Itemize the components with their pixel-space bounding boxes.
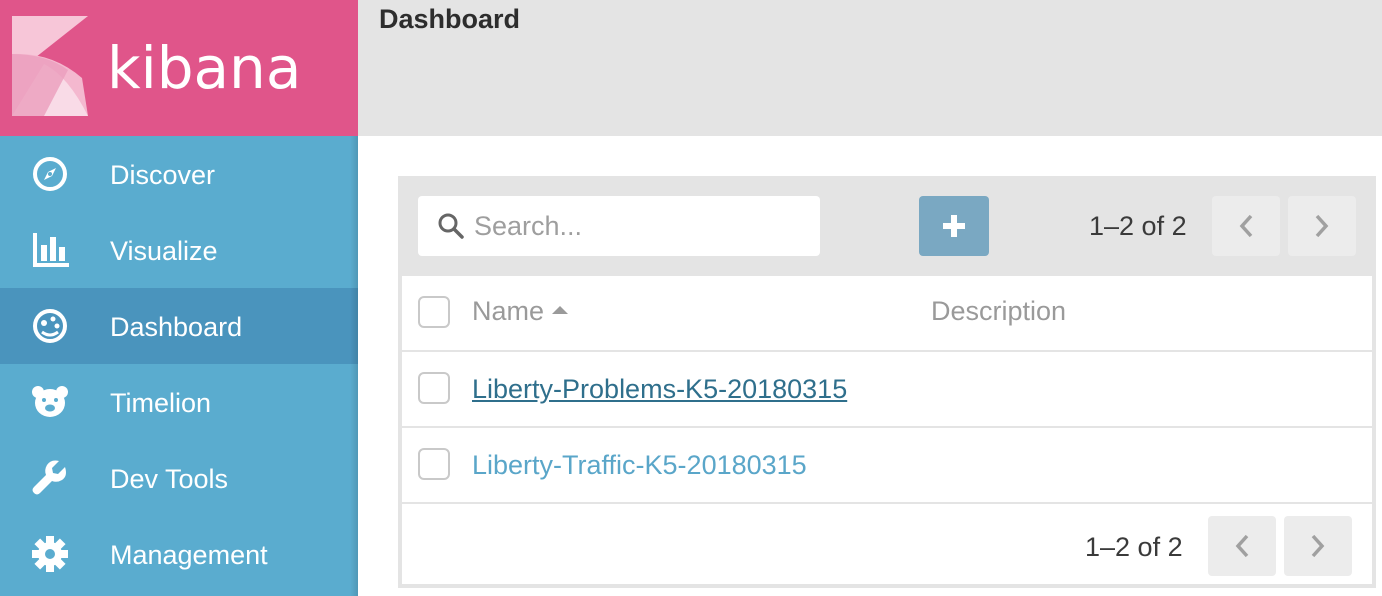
add-dashboard-button[interactable] (919, 196, 989, 256)
sidebar-item-label: Visualize (110, 236, 218, 266)
row-checkbox[interactable] (418, 448, 450, 480)
compass-icon (30, 156, 70, 192)
sidebar-item-label: Dashboard (110, 312, 243, 342)
sidebar-item-label: Dev Tools (110, 464, 229, 494)
name-column-label: Name (472, 296, 545, 326)
sidebar-item-visualize[interactable]: Visualize (0, 212, 358, 288)
row-checkbox[interactable] (418, 372, 450, 404)
brand-name: kibana (107, 34, 302, 102)
kibana-logo[interactable]: kibana (0, 0, 358, 136)
page-header: Dashboard (358, 0, 1382, 136)
select-all-checkbox[interactable] (418, 296, 450, 328)
sidebar-item-timelion[interactable]: Timelion (0, 364, 358, 440)
sidebar-item-dashboard[interactable]: Dashboard (0, 288, 358, 364)
gear-icon (30, 536, 70, 572)
sidebar: kibana Discover Visualize Dashboard Time… (0, 0, 358, 596)
table-footer: 1–2 of 2 (402, 508, 1372, 584)
dashboard-table: Name Description Liberty-Problems-K5-201… (402, 276, 1372, 584)
page-title: Dashboard (379, 4, 521, 34)
list-toolbar: 1–2 of 2 (398, 176, 1376, 276)
footer-pager-count: 1–2 of 2 (1085, 532, 1183, 562)
sidebar-item-label: Timelion (110, 388, 212, 418)
table-row: Liberty-Problems-K5-20180315 (402, 352, 1372, 428)
previous-page-button[interactable] (1212, 196, 1280, 256)
dashboard-link[interactable]: Liberty-Traffic-K5-20180315 (472, 448, 807, 482)
footer-previous-page-button[interactable] (1208, 516, 1276, 576)
search-icon (438, 213, 464, 239)
sidebar-item-label: Management (110, 540, 268, 570)
next-page-button[interactable] (1288, 196, 1356, 256)
sidebar-item-management[interactable]: Management (0, 516, 358, 592)
name-column-header[interactable]: Name (472, 294, 569, 328)
chevron-right-icon (1315, 214, 1329, 238)
kibana-logo-icon (12, 16, 88, 116)
footer-next-page-button[interactable] (1284, 516, 1352, 576)
bear-icon (30, 384, 70, 420)
chevron-left-icon (1235, 534, 1249, 558)
dashboard-link[interactable]: Liberty-Problems-K5-20180315 (472, 372, 847, 406)
chevron-left-icon (1239, 214, 1253, 238)
table-header-row: Name Description (402, 276, 1372, 352)
sidebar-item-discover[interactable]: Discover (0, 136, 358, 212)
sidebar-item-dev-tools[interactable]: Dev Tools (0, 440, 358, 516)
dashboard-gauge-icon (30, 308, 70, 344)
plus-icon (943, 215, 965, 237)
search-input[interactable] (474, 204, 804, 248)
sidebar-shadow (350, 136, 358, 596)
wrench-icon (30, 460, 70, 496)
sort-ascending-icon (552, 305, 569, 314)
table-row: Liberty-Traffic-K5-20180315 (402, 428, 1372, 504)
sidebar-item-label: Discover (110, 160, 216, 190)
description-column-header: Description (931, 296, 1067, 326)
bar-chart-icon (30, 232, 70, 268)
pager-count: 1–2 of 2 (1089, 211, 1187, 241)
dashboard-list-panel: 1–2 of 2 Name Description Liberty-Proble… (398, 176, 1376, 588)
chevron-right-icon (1311, 534, 1325, 558)
search-box[interactable] (418, 196, 820, 256)
